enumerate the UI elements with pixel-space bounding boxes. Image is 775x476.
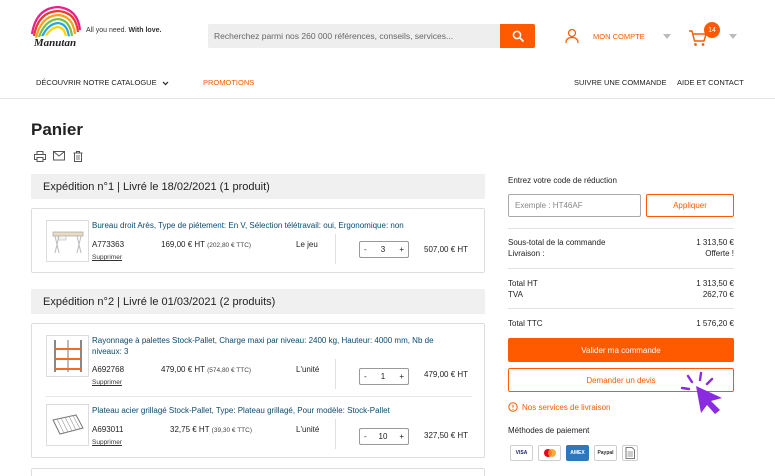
coupon-label: Entrez votre code de réduction: [508, 176, 617, 185]
delivery-label: Livraison :: [508, 249, 545, 258]
coupon-input[interactable]: [508, 194, 641, 217]
nav-help-contact[interactable]: AIDE ET CONTACT: [677, 78, 744, 87]
mastercard-logo-icon: [543, 449, 556, 457]
product-ref: A773363: [92, 240, 125, 249]
delivery-services-link[interactable]: Nos services de livraison: [522, 403, 610, 412]
column-divider: [335, 359, 336, 389]
visa-card-icon: VISA: [510, 445, 533, 461]
nav-promotions[interactable]: PROMOTIONS: [203, 78, 254, 87]
unit-label: Le jeu: [296, 240, 318, 249]
tva-label: TVA: [508, 290, 523, 299]
total-ht-label: Total HT: [508, 279, 538, 288]
line-total: 327,50 € HT: [424, 431, 469, 440]
qty-value[interactable]: 3: [381, 245, 385, 254]
line-total: 479,00 € HT: [424, 370, 469, 379]
info-icon: [508, 402, 518, 412]
qty-increase-button[interactable]: +: [399, 245, 404, 254]
shipment-1-box: Bureau droit Arès, Type de piétement: En…: [31, 208, 485, 273]
qty-decrease-button[interactable]: -: [364, 372, 367, 381]
pallet-rack-image-icon: [53, 340, 82, 372]
mastercard-icon: [538, 445, 561, 461]
product-thumbnail-rack[interactable]: [46, 335, 89, 377]
total-ttc-label: Total TTC: [508, 319, 543, 328]
account-chevron-down-icon[interactable]: [663, 34, 671, 39]
cart-chevron-down-icon[interactable]: [729, 34, 737, 39]
manutan-logo[interactable]: Manutan: [28, 6, 82, 54]
cart-count-badge: 14: [704, 22, 720, 38]
remove-link[interactable]: Supprimer: [92, 254, 122, 261]
remove-link[interactable]: Supprimer: [92, 379, 122, 386]
desk-image-icon: [52, 231, 83, 254]
search-icon: [512, 30, 524, 42]
column-divider: [335, 419, 336, 449]
cart-page: Manutan All you need. With love. MON COM…: [0, 0, 775, 476]
product-thumbnail-desk[interactable]: [46, 220, 89, 262]
payment-methods-label: Méthodes de paiement: [508, 426, 590, 435]
validate-order-button[interactable]: Valider ma commande: [508, 338, 734, 362]
print-icon[interactable]: [34, 151, 46, 162]
account-link[interactable]: MON COMPTE: [593, 32, 645, 41]
product-name-link[interactable]: Plateau acier grillagé Stock-Pallet, Typ…: [92, 406, 457, 417]
wire-deck-image-icon: [51, 414, 84, 435]
qty-value[interactable]: 10: [379, 432, 388, 441]
subtotal-value: 1 313,50 €: [696, 238, 734, 247]
quantity-stepper[interactable]: - 10 +: [359, 428, 409, 445]
summary-divider: [508, 308, 734, 309]
shipment-3-box-partial: [31, 468, 485, 476]
quantity-stepper[interactable]: - 1 +: [359, 368, 409, 385]
product-ref: A693011: [92, 425, 124, 434]
shipment-1-header: Expédition n°1 | Livré le 18/02/2021 (1 …: [31, 174, 485, 199]
shipment-2-box: Rayonnage à palettes Stock-Pallet, Charg…: [31, 323, 485, 458]
nav-track-order[interactable]: SUIVRE UNE COMMANDE: [574, 78, 667, 87]
product-name-link[interactable]: Bureau droit Arès, Type de piétement: En…: [92, 221, 457, 232]
total-ht-value: 1 313,50 €: [696, 279, 734, 288]
search-button[interactable]: [500, 24, 535, 48]
summary-divider: [508, 228, 734, 229]
unit-label: L'unité: [296, 425, 320, 434]
qty-value[interactable]: 1: [381, 372, 385, 381]
unit-label: L'unité: [296, 365, 320, 374]
page-title: Panier: [31, 120, 83, 139]
unit-price: 32,75 € HT (39,30 € TTC): [170, 425, 253, 434]
item-divider: [46, 396, 472, 397]
bank-transfer-icon: [622, 445, 638, 461]
nav-catalogue[interactable]: DÉCOUVRIR NOTRE CATALOGUE: [36, 78, 169, 87]
amex-card-icon: AMEX: [566, 445, 589, 461]
qty-decrease-button[interactable]: -: [364, 432, 367, 441]
qty-decrease-button[interactable]: -: [364, 245, 367, 254]
subtotal-label: Sous-total de la commande: [508, 238, 606, 247]
product-ref: A692768: [92, 365, 125, 374]
column-divider: [335, 234, 336, 264]
qty-increase-button[interactable]: +: [399, 372, 404, 381]
remove-link[interactable]: Supprimer: [92, 439, 122, 446]
product-thumbnail-wire-deck[interactable]: [46, 404, 89, 446]
summary-divider: [508, 268, 734, 269]
click-cursor-icon: [680, 371, 722, 414]
account-icon[interactable]: [564, 28, 580, 44]
document-icon: [625, 447, 635, 459]
nav-divider: [0, 98, 775, 99]
trash-icon[interactable]: [73, 151, 83, 162]
unit-price: 169,00 € HT (202,80 € TTC): [161, 240, 252, 249]
qty-increase-button[interactable]: +: [399, 432, 404, 441]
paypal-icon: Paypal: [594, 445, 617, 461]
search-input[interactable]: [208, 24, 500, 48]
email-icon[interactable]: [53, 151, 65, 161]
apply-coupon-button[interactable]: Appliquer: [646, 194, 734, 217]
search-box: [208, 24, 500, 48]
delivery-value: Offerte !: [705, 249, 734, 258]
logo-text: Manutan: [33, 37, 76, 49]
line-total: 507,00 € HT: [424, 245, 469, 254]
shipment-2-header: Expédition n°2 | Livré le 01/03/2021 (2 …: [31, 289, 485, 314]
chevron-down-icon: [162, 81, 169, 85]
quantity-stepper[interactable]: - 3 +: [359, 241, 409, 258]
product-name-link[interactable]: Rayonnage à palettes Stock-Pallet, Charg…: [92, 336, 457, 357]
unit-price: 479,00 € HT (574,80 € TTC): [161, 365, 252, 374]
total-ttc-value: 1 576,20 €: [696, 319, 734, 328]
tva-value: 262,70 €: [702, 290, 734, 299]
brand-tagline: All you need. With love.: [86, 27, 162, 34]
